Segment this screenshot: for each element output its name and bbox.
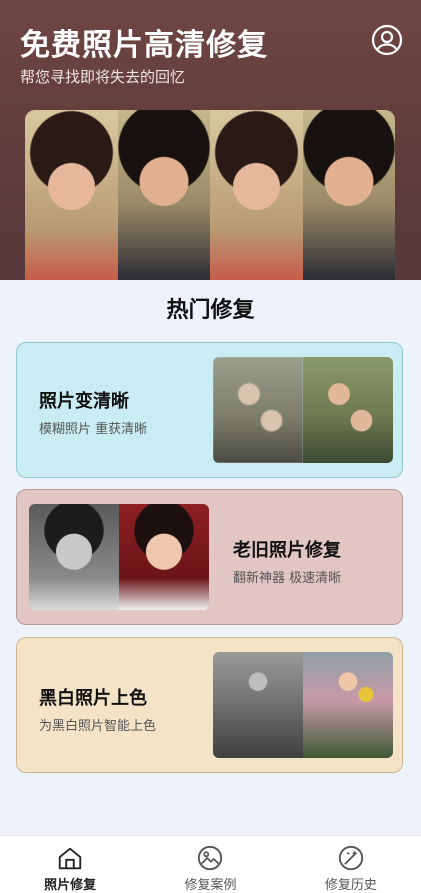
card-image [213, 652, 393, 758]
tab-photo-repair[interactable]: 照片修复 [0, 836, 140, 893]
magic-icon [338, 845, 363, 871]
before-photo [29, 504, 119, 610]
card-title: 黑白照片上色 [39, 688, 147, 709]
after-photo [119, 504, 209, 610]
card-photo-sharpen[interactable]: 照片变清晰 模糊照片 重获清晰 [16, 342, 403, 478]
card-colorize[interactable]: 黑白照片上色 为黑白照片智能上色 [16, 637, 403, 773]
user-circle-icon[interactable] [371, 24, 403, 56]
card-old-photo-repair[interactable]: 老旧照片修复 翻新神器 极速清晰 [16, 489, 403, 625]
before-photo [213, 357, 303, 463]
tab-repair-cases[interactable]: 修复案例 [140, 836, 280, 893]
card-title: 照片变清晰 [39, 391, 129, 412]
home-icon [58, 847, 82, 870]
card-title: 老旧照片修复 [233, 540, 341, 561]
tab-repair-history[interactable]: 修复历史 [281, 836, 421, 893]
section-title: 热门修复 [166, 298, 255, 323]
card-image [213, 357, 393, 463]
banner-photo-man-right [302, 110, 395, 280]
tab-label: 修复案例 [184, 878, 237, 893]
card-subtitle: 为黑白照片智能上色 [39, 719, 157, 734]
banner-photo-woman-right [210, 110, 303, 280]
header: 免费照片高清修复 帮您寻找即将失去的回忆 [0, 0, 421, 280]
tab-label: 修复历史 [324, 878, 377, 893]
banner-image[interactable] [25, 110, 395, 280]
card-subtitle: 模糊照片 重获清晰 [39, 422, 148, 437]
banner-photo-man-left [117, 110, 210, 280]
tab-label: 照片修复 [44, 878, 97, 893]
bottom-tab-bar: 照片修复 修复案例 修复历史 [0, 835, 421, 893]
card-image [29, 504, 209, 610]
image-icon [198, 845, 223, 871]
before-photo [213, 652, 303, 758]
after-photo [303, 652, 393, 758]
banner-photo-woman-left [25, 110, 118, 280]
page-subtitle: 帮您寻找即将失去的回忆 [20, 68, 186, 86]
after-photo [303, 357, 393, 463]
card-subtitle: 翻新神器 极速清晰 [233, 571, 342, 586]
page-title: 免费照片高清修复 [20, 28, 268, 63]
